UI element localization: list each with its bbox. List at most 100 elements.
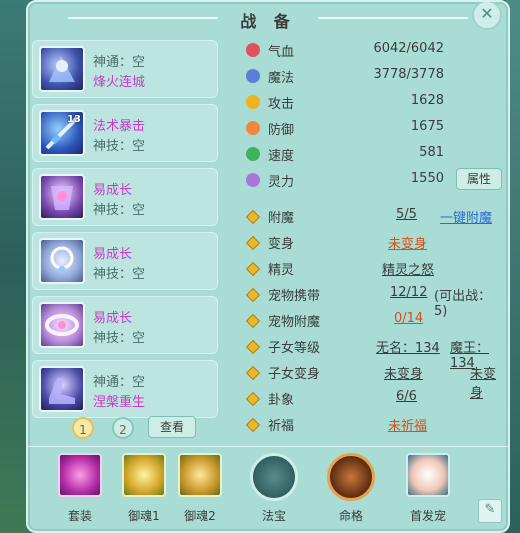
weapon-icon: 13 bbox=[39, 110, 85, 156]
info-value-pet-carry: 12/12 bbox=[390, 285, 428, 300]
attributes-button[interactable]: 属性 bbox=[456, 168, 502, 190]
outfit-icon bbox=[58, 453, 102, 497]
shield-icon bbox=[246, 121, 260, 135]
info-value-enchant: 5/5 bbox=[396, 207, 417, 222]
equipment-slot-3-line1: 易成长 bbox=[93, 183, 133, 198]
stat-row-hp: 气血 6042/6042 bbox=[242, 40, 504, 62]
equipment-slot-3[interactable]: 易成长 神技：空 bbox=[32, 168, 218, 226]
belt-icon bbox=[39, 302, 85, 348]
pet-icon bbox=[406, 453, 450, 497]
stat-row-defense: 防御 1675 bbox=[242, 118, 504, 140]
tab-soul-2[interactable]: 御魂2 bbox=[170, 453, 230, 524]
diamond-icon bbox=[245, 261, 261, 277]
info-label-sprite: 精灵 bbox=[268, 263, 295, 278]
page-button-1[interactable]: 1 bbox=[72, 417, 94, 439]
info-row-hexagram: 卦象 6/6 bbox=[242, 388, 504, 410]
stat-value-mp: 3778/3778 bbox=[373, 67, 444, 82]
magic-icon bbox=[246, 69, 260, 83]
equipment-slot-1[interactable]: 神通：空 烽火连城 bbox=[32, 40, 218, 98]
info-value-child-level-1: 无名：134 bbox=[376, 341, 440, 356]
diamond-icon bbox=[245, 417, 261, 433]
boots-icon bbox=[39, 366, 85, 412]
info-row-child-level: 子女等级 无名：134 魔王：134 bbox=[242, 336, 504, 371]
warrior-icon bbox=[327, 453, 375, 501]
armor-icon bbox=[39, 174, 85, 220]
info-value-child-transform-1[interactable]: 未变身 bbox=[384, 363, 423, 382]
stat-value-spirit: 1550 bbox=[410, 171, 444, 186]
stat-label-hp: 气血 bbox=[268, 45, 295, 60]
stat-value-attack: 1628 bbox=[410, 93, 444, 108]
treasure-icon bbox=[250, 453, 298, 501]
tab-label-lead-pet: 首发宠 bbox=[409, 509, 446, 523]
equipment-slot-5[interactable]: 易成长 神技：空 bbox=[32, 296, 218, 354]
tab-treasure[interactable]: 法宝 bbox=[244, 453, 304, 524]
info-label-child-level: 子女等级 bbox=[268, 341, 321, 356]
equipment-slot-4[interactable]: 易成长 神技：空 bbox=[32, 232, 218, 290]
equipment-slot-2-line1: 法术暴击 bbox=[93, 119, 146, 134]
view-button[interactable]: 查看 bbox=[148, 416, 196, 438]
equipment-slot-1-line2: 烽火连城 bbox=[93, 75, 146, 90]
tab-label-treasure: 法宝 bbox=[261, 509, 286, 523]
spirit-icon bbox=[246, 173, 260, 187]
attack-icon bbox=[246, 95, 260, 109]
equipment-slot-2-line2: 神技：空 bbox=[93, 139, 146, 154]
diamond-icon bbox=[245, 235, 261, 251]
equipment-slot-3-line2: 神技：空 bbox=[93, 203, 146, 218]
stat-row-mp: 魔法 3778/3778 bbox=[242, 66, 504, 88]
info-label-hexagram: 卦象 bbox=[268, 393, 295, 408]
stat-label-mp: 魔法 bbox=[268, 71, 295, 86]
close-button[interactable]: ✕ bbox=[472, 2, 502, 30]
diamond-icon bbox=[245, 365, 261, 381]
stat-label-attack: 攻击 bbox=[268, 97, 295, 112]
edit-icon[interactable]: ✎ bbox=[478, 499, 502, 523]
equipment-slot-2-badge: 13 bbox=[67, 114, 81, 125]
info-label-child-transform: 子女变身 bbox=[268, 367, 321, 382]
one-click-enchant-link[interactable]: 一键附魔 bbox=[440, 207, 492, 226]
stat-label-defense: 防御 bbox=[268, 123, 295, 138]
info-row-transform: 变身 未变身 bbox=[242, 232, 504, 254]
necklace-icon bbox=[39, 238, 85, 284]
equipment-slot-4-line1: 易成长 bbox=[93, 247, 133, 262]
tab-lead-pet[interactable]: 首发宠 bbox=[398, 453, 458, 524]
info-row-sprite: 精灵 精灵之怒 bbox=[242, 258, 504, 280]
equipment-slot-6[interactable]: 神通：空 涅槃重生 bbox=[32, 360, 218, 418]
diamond-icon bbox=[245, 391, 261, 407]
equipment-slot-5-line1: 易成长 bbox=[93, 311, 133, 326]
equipment-slot-6-line1: 神通：空 bbox=[93, 375, 146, 390]
equipment-slot-4-line2: 神技：空 bbox=[93, 267, 146, 282]
info-value-sprite[interactable]: 精灵之怒 bbox=[382, 259, 434, 278]
stat-value-speed: 581 bbox=[419, 145, 444, 160]
info-value-hexagram[interactable]: 6/6 bbox=[396, 389, 417, 404]
diamond-icon bbox=[245, 339, 261, 355]
info-value-pray[interactable]: 未祈福 bbox=[388, 415, 427, 434]
stat-row-spirit: 灵力 1550 属性 bbox=[242, 168, 504, 192]
equipment-slot-6-line2: 涅槃重生 bbox=[93, 395, 146, 410]
tab-fate[interactable]: 命格 bbox=[321, 453, 381, 524]
info-row-child-transform: 子女变身 未变身 未变身 bbox=[242, 362, 504, 401]
tab-soul-1[interactable]: 御魂1 bbox=[114, 453, 174, 524]
info-label-pet-enchant: 宠物附魔 bbox=[268, 315, 321, 330]
stat-value-defense: 1675 bbox=[410, 119, 444, 134]
diamond-icon bbox=[245, 287, 261, 303]
info-row-pet-enchant: 宠物附魔 0/14 bbox=[242, 310, 504, 332]
tab-label-soul-2: 御魂2 bbox=[184, 509, 216, 523]
page-button-2[interactable]: 2 bbox=[112, 417, 134, 439]
info-row-pet-carry: 宠物携带 12/12 (可出战：5) bbox=[242, 284, 504, 319]
info-value-transform[interactable]: 未变身 bbox=[388, 233, 427, 252]
info-value-pet-enchant[interactable]: 0/14 bbox=[394, 311, 423, 326]
bottom-tab-bar: 套装 御魂1 御魂2 法宝 命格 首发宠 bbox=[28, 446, 508, 531]
tab-outfit[interactable]: 套装 bbox=[50, 453, 110, 524]
info-label-pray: 祈福 bbox=[268, 419, 295, 434]
info-row-enchant: 附魔 5/5 一键附魔 bbox=[242, 206, 504, 228]
battle-prep-panel: 战 备 ✕ 神通：空 烽火连城 13 法术暴击 神技：空 易成长 神技：空 易成… bbox=[26, 0, 510, 533]
tab-label-fate: 命格 bbox=[338, 509, 363, 523]
title-bar: 战 备 bbox=[28, 2, 508, 32]
equipment-slot-5-line2: 神技：空 bbox=[93, 331, 146, 346]
info-label-transform: 变身 bbox=[268, 237, 295, 252]
stat-row-attack: 攻击 1628 bbox=[242, 92, 504, 114]
stat-row-speed: 速度 581 bbox=[242, 144, 504, 166]
equipment-slot-2[interactable]: 13 法术暴击 神技：空 bbox=[32, 104, 218, 162]
info-label-pet-carry: 宠物携带 bbox=[268, 289, 321, 304]
helmet-icon bbox=[39, 46, 85, 92]
diamond-icon bbox=[245, 209, 261, 225]
